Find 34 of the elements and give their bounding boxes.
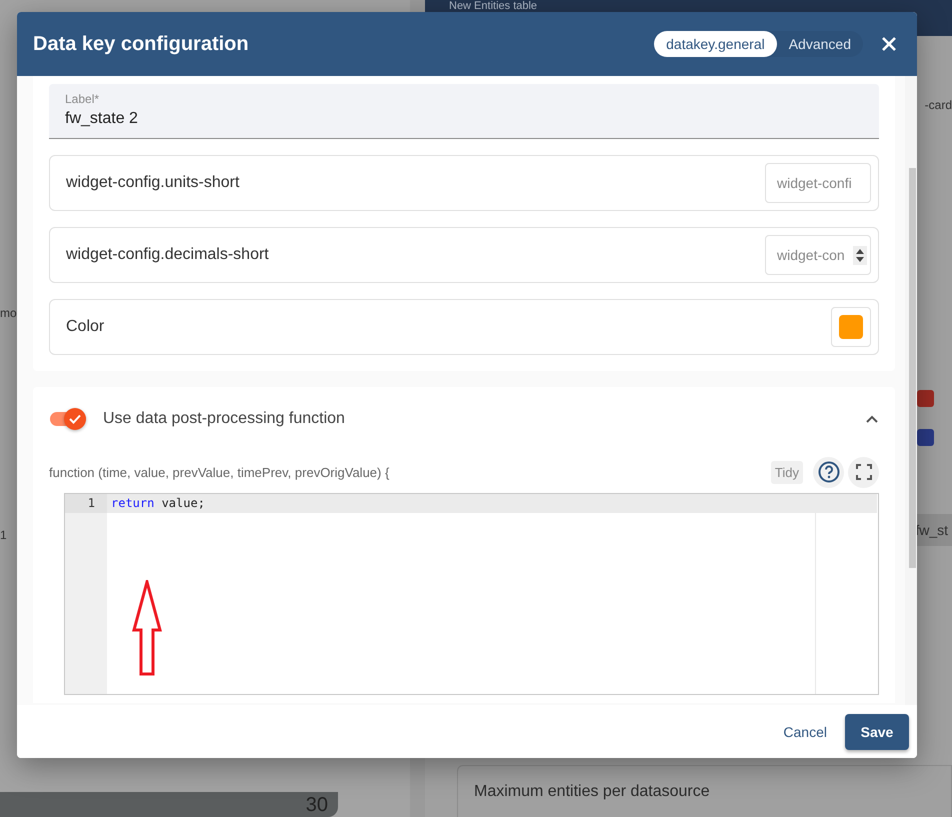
setting-label: Maximum entities per datasource xyxy=(474,782,710,800)
help-icon xyxy=(818,461,840,483)
toggle-label: Use data post-processing function xyxy=(103,410,346,428)
setting-label: Color xyxy=(66,318,104,336)
setting-label: widget-config.decimals-short xyxy=(66,246,269,264)
help-button[interactable] xyxy=(813,456,844,488)
background-text: mo xyxy=(0,306,17,320)
tab[interactable]: datakey.general xyxy=(654,31,777,57)
panel-title: New Entities table xyxy=(449,0,538,12)
field-value: fw_state 2 xyxy=(65,110,139,128)
label-field[interactable]: Label* fw_state 2 xyxy=(49,84,879,139)
close-icon xyxy=(881,36,897,52)
cancel-button[interactable]: Cancel xyxy=(783,716,827,748)
fullscreen-button[interactable] xyxy=(848,456,879,488)
decimals-input[interactable]: widget-con xyxy=(765,235,871,275)
line-number: 1 xyxy=(65,494,107,513)
count-text: 30 xyxy=(306,794,328,817)
tab[interactable]: Advanced xyxy=(776,31,863,57)
code-editor[interactable]: 1 return value; xyxy=(64,493,879,695)
toggle-switch[interactable] xyxy=(49,407,87,431)
chevron-icon[interactable] xyxy=(865,414,879,424)
units-input[interactable]: widget-confi xyxy=(765,163,871,203)
field-label: Label* xyxy=(65,92,100,106)
setting-label: widget-config.units-short xyxy=(66,174,240,192)
scrollbar[interactable] xyxy=(905,76,917,705)
function-signature: function (time, value, prevValue, timePrev, prevOrigValue) { xyxy=(49,464,390,480)
check-icon xyxy=(69,414,81,424)
save-button[interactable]: Save xyxy=(845,714,909,750)
background-text: 1 xyxy=(0,528,7,542)
color-picker-button[interactable] xyxy=(831,307,871,347)
fullscreen-icon xyxy=(856,464,872,480)
background-text: -card xyxy=(924,98,952,112)
dialog-title: Data key configuration xyxy=(33,32,250,56)
spinner-icon[interactable] xyxy=(853,246,867,265)
